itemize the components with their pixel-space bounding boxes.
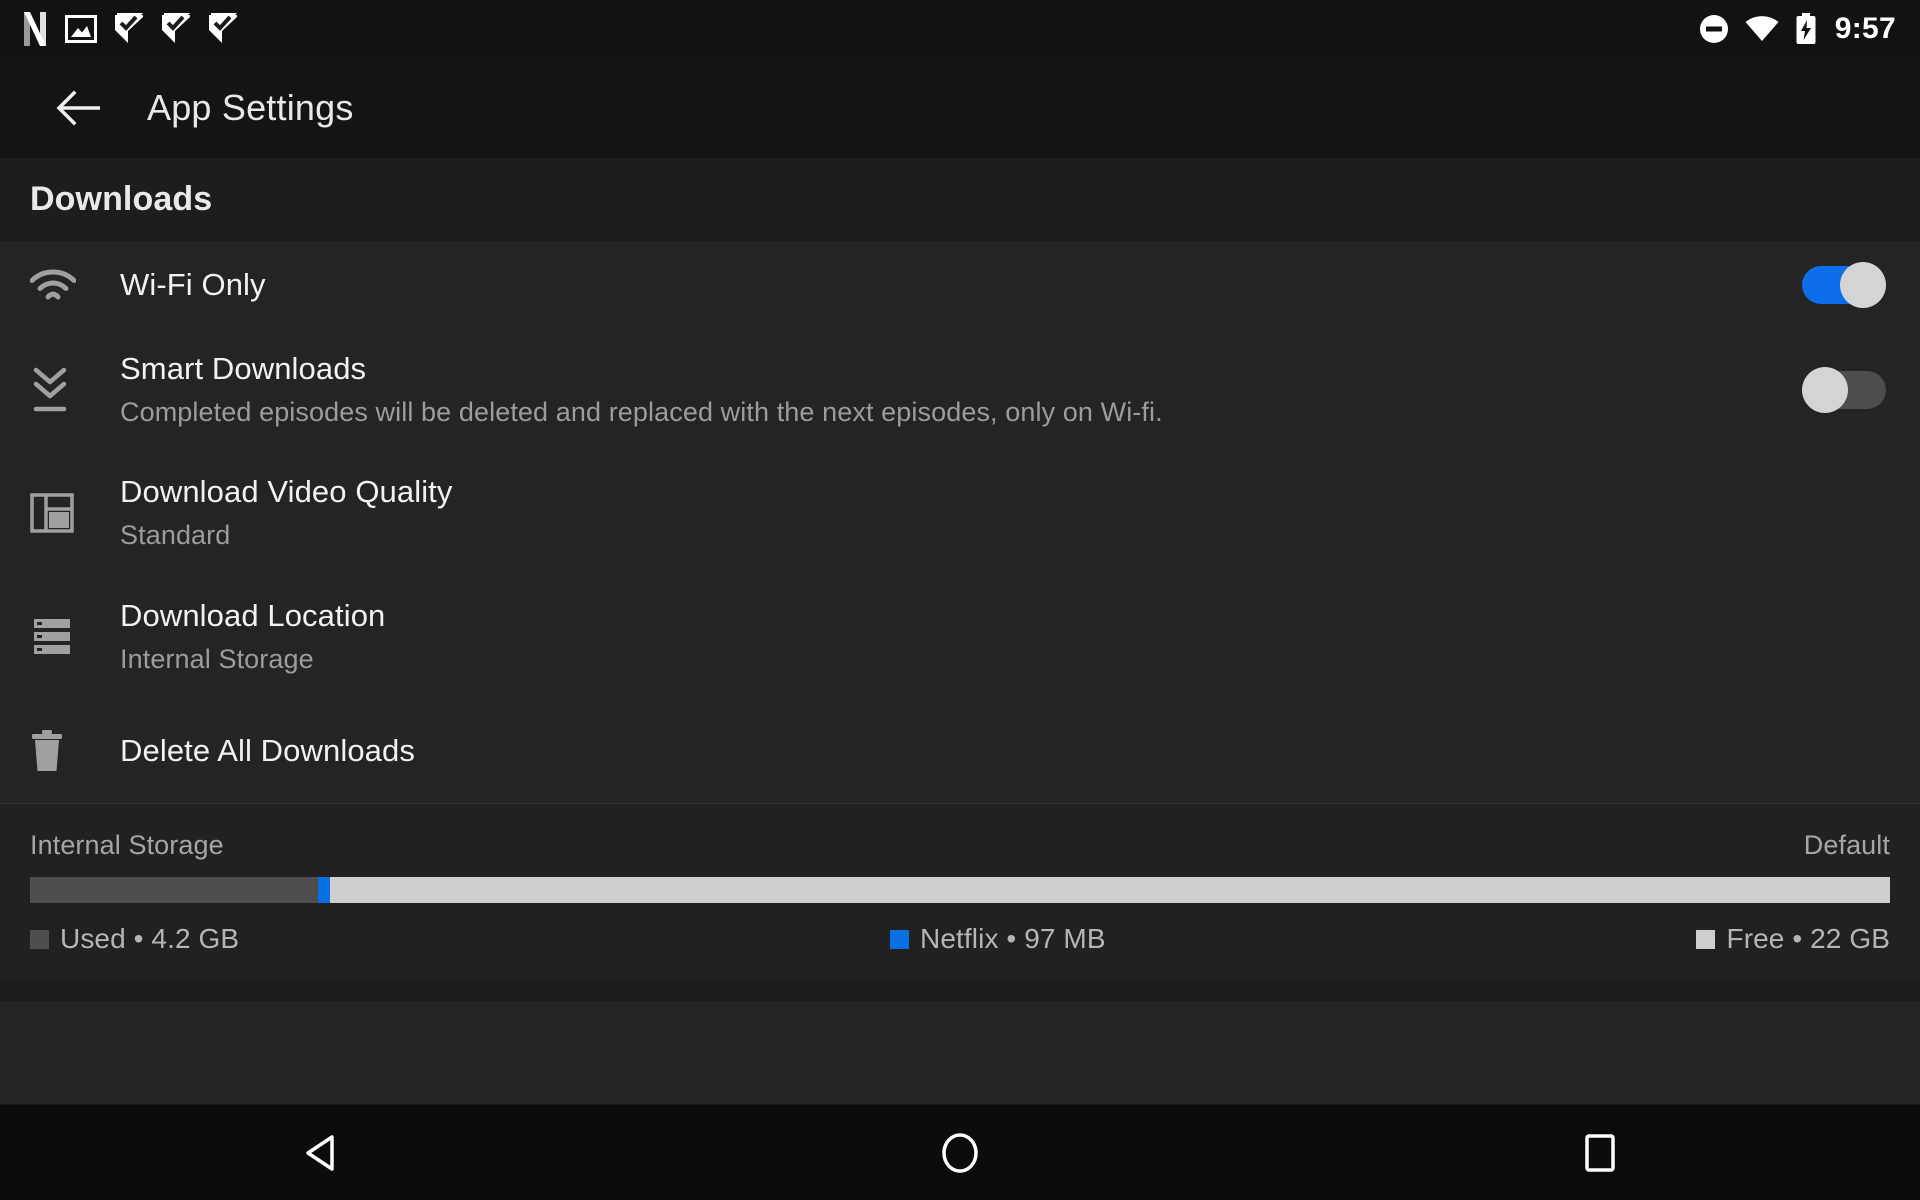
recents-square-icon (1585, 1133, 1615, 1172)
storage-stack-icon-wrap (30, 616, 86, 658)
storage-stack-icon (34, 619, 70, 654)
wifi-only-body: Wi-Fi Only (86, 265, 1802, 304)
delete-all-downloads-body: Delete All Downloads (86, 731, 1886, 770)
wifi-signal-icon (1745, 16, 1779, 41)
section-header-title: Downloads (30, 180, 213, 218)
storage-segment-used (30, 877, 319, 903)
storage-segment-free (329, 877, 1890, 903)
status-bar-right-icons: 9:57 (1699, 13, 1896, 45)
delete-all-downloads-label: Delete All Downloads (120, 733, 415, 769)
do-not-disturb-icon (1699, 15, 1728, 43)
nav-back-button[interactable] (250, 1105, 390, 1200)
trash-icon-wrap (30, 729, 86, 773)
notification-flag-check-icon-3 (209, 13, 237, 43)
smart-downloads-toggle[interactable] (1802, 367, 1886, 413)
storage-default-label: Default (1803, 830, 1890, 860)
video-quality-layout-icon (30, 493, 74, 533)
notification-flag-check-icon-2 (162, 13, 190, 43)
storage-header: Internal Storage Default (30, 830, 1890, 861)
wifi-icon-wrap (30, 268, 86, 302)
legend-used-swatch (30, 929, 49, 949)
smart-downloads-body: Smart Downloads Completed episodes will … (86, 349, 1802, 430)
settings-list: Wi-Fi Only Smart Downloads Completed epi… (0, 241, 1920, 1104)
toggle-thumb (1840, 262, 1886, 308)
wifi-only-toggle[interactable] (1802, 262, 1886, 308)
download-chevrons-icon-wrap (30, 366, 86, 414)
legend-netflix: Netflix • 97 MB (890, 923, 1106, 955)
storage-usage-bar (30, 877, 1890, 903)
status-bar-clock: 9:57 (1834, 12, 1896, 45)
legend-free-swatch (1696, 929, 1716, 949)
back-triangle-icon (306, 1134, 334, 1171)
notification-flag-check-icon-1 (115, 13, 143, 43)
status-bar-left-icons (22, 0, 238, 58)
download-location-body: Download Location Internal Storage (86, 596, 1886, 677)
legend-netflix-label: Netflix • 97 MB (920, 923, 1106, 954)
nav-home-button[interactable] (890, 1105, 1030, 1200)
smart-downloads-label: Smart Downloads (120, 351, 367, 387)
legend-free-label: Free • 22 GB (1726, 923, 1890, 954)
download-location-value: Internal Storage (120, 644, 314, 675)
wifi-only-label: Wi-Fi Only (120, 267, 266, 303)
back-button[interactable] (50, 79, 108, 137)
download-video-quality-label: Download Video Quality (120, 474, 453, 510)
download-video-quality-value: Standard (120, 520, 231, 551)
section-header-downloads: Downloads (0, 158, 1920, 241)
bottom-spacer (0, 979, 1920, 1001)
storage-name-label: Internal Storage (30, 830, 224, 860)
video-quality-layout-icon-wrap (30, 493, 86, 533)
legend-used: Used • 4.2 GB (30, 923, 239, 955)
setting-row-wifi-only[interactable]: Wi-Fi Only (0, 241, 1920, 329)
download-chevrons-icon (33, 367, 67, 412)
battery-charging-icon (1796, 13, 1816, 44)
screenshot-image-icon (65, 15, 97, 43)
download-location-label: Download Location (120, 598, 386, 634)
setting-row-delete-all-downloads[interactable]: Delete All Downloads (0, 699, 1920, 803)
internal-storage-panel: Internal Storage Default Used • 4.2 GB N… (0, 804, 1920, 979)
setting-row-download-video-quality[interactable]: Download Video Quality Standard (0, 451, 1920, 575)
storage-legend: Used • 4.2 GB Netflix • 97 MB Free • 22 … (30, 923, 1890, 955)
smart-downloads-description: Completed episodes will be deleted and r… (120, 397, 1163, 428)
download-video-quality-body: Download Video Quality Standard (86, 472, 1886, 553)
page-title: App Settings (147, 87, 354, 128)
netflix-logo-icon (24, 12, 46, 46)
android-navigation-bar (0, 1104, 1920, 1200)
toggle-thumb (1802, 367, 1848, 413)
arrow-left-icon (56, 90, 100, 126)
trash-icon (32, 730, 62, 771)
storage-segment-netflix (318, 877, 330, 903)
nav-recents-button[interactable] (1530, 1105, 1670, 1200)
home-circle-icon (942, 1132, 978, 1173)
wifi-icon (30, 269, 76, 300)
legend-free: Free • 22 GB (1696, 923, 1890, 955)
app-bar: App Settings (0, 58, 1920, 158)
setting-row-download-location[interactable]: Download Location Internal Storage (0, 575, 1920, 699)
legend-netflix-swatch (890, 929, 910, 949)
legend-used-label: Used • 4.2 GB (60, 923, 240, 954)
status-bar: 9:57 (0, 0, 1920, 58)
setting-row-smart-downloads[interactable]: Smart Downloads Completed episodes will … (0, 329, 1920, 451)
netflix-app-settings-screen: 9:57 App Settings Downloads Wi-Fi Only S… (0, 0, 1920, 1200)
